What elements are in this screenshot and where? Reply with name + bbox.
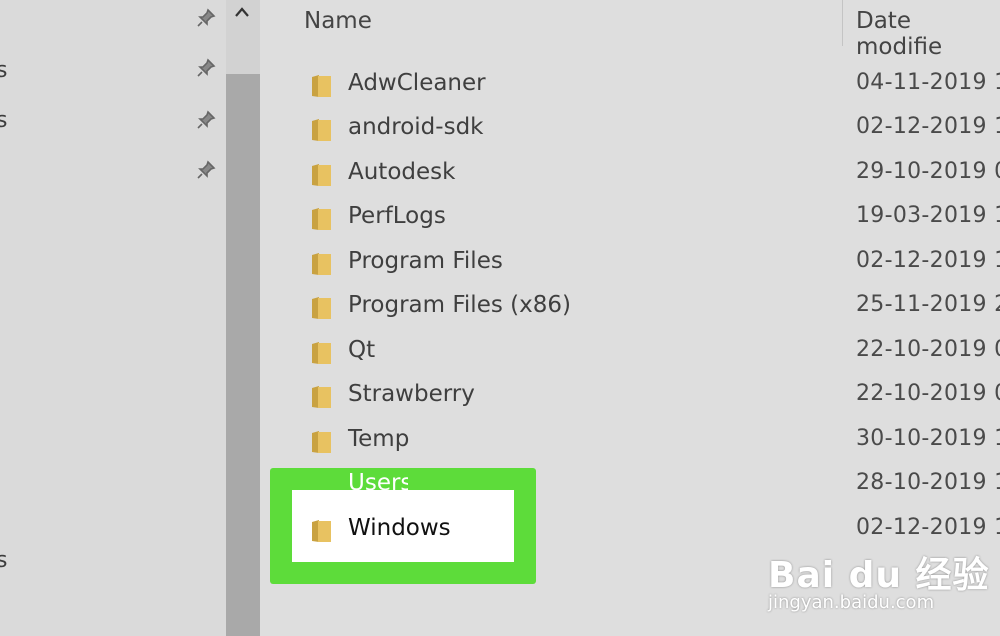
file-name: Program Files (x86) (348, 292, 571, 318)
file-date: 22-10-2019 0 (856, 381, 1000, 406)
column-header-date[interactable]: Date modifie (856, 8, 1000, 60)
folder-icon (312, 208, 331, 230)
pin-icon[interactable] (196, 8, 216, 28)
folder-icon (312, 75, 331, 97)
file-date: 29-10-2019 0 (856, 159, 1000, 184)
file-name: PerfLogs (348, 203, 446, 229)
column-divider[interactable] (842, 0, 843, 46)
file-row[interactable]: Program Files (x86) 25-11-2019 2 (300, 286, 1000, 330)
file-row[interactable]: Qt 22-10-2019 0 (300, 331, 1000, 375)
folder-icon (312, 431, 331, 453)
file-name: Program Files (348, 248, 503, 274)
folder-icon (312, 342, 331, 364)
file-name: Temp (348, 426, 410, 452)
file-name: AdwCleaner (348, 70, 486, 96)
navigation-pane: s s s (0, 0, 226, 636)
nav-scrollbar[interactable] (226, 0, 260, 636)
nav-item-label[interactable]: s (0, 58, 7, 83)
file-name: Autodesk (348, 159, 456, 185)
watermark-url: jingyan.baidu.com (768, 592, 935, 613)
scrollbar-thumb[interactable] (226, 74, 260, 636)
folder-icon (312, 253, 331, 275)
pin-icon[interactable] (196, 58, 216, 78)
file-date: 04-11-2019 1 (856, 70, 1000, 95)
file-row[interactable]: Program Files 02-12-2019 1 (300, 242, 1000, 286)
pin-icon[interactable] (196, 160, 216, 180)
folder-icon (312, 297, 331, 319)
file-row[interactable]: AdwCleaner 04-11-2019 1 (300, 64, 1000, 108)
folder-icon (312, 164, 331, 186)
folder-icon (312, 119, 331, 141)
pin-icon[interactable] (196, 110, 216, 130)
file-row[interactable]: PerfLogs 19-03-2019 1 (300, 197, 1000, 241)
file-date: 02-12-2019 1 (856, 114, 1000, 139)
file-name-users-partial: Users (348, 470, 408, 492)
file-date: 22-10-2019 0 (856, 337, 1000, 362)
file-name: Qt (348, 337, 376, 363)
watermark-logo: Bai du 经验 (768, 555, 990, 596)
file-name: Windows (348, 515, 451, 541)
nav-item-label[interactable]: s (0, 548, 7, 573)
file-date: 25-11-2019 2 (856, 292, 1000, 317)
watermark: Bai du 经验 jingyan.baidu.com (768, 528, 1000, 636)
column-header-name[interactable]: Name (304, 8, 372, 34)
file-row[interactable]: Strawberry 22-10-2019 0 (300, 375, 1000, 419)
file-name: Strawberry (348, 381, 475, 407)
file-date: 28-10-2019 1 (856, 470, 1000, 495)
folder-icon (312, 386, 331, 408)
file-date: 30-10-2019 1 (856, 426, 1000, 451)
file-row[interactable]: android-sdk 02-12-2019 1 (300, 108, 1000, 152)
file-date: 02-12-2019 1 (856, 248, 1000, 273)
scroll-up-icon[interactable] (234, 6, 250, 18)
file-date: 19-03-2019 1 (856, 203, 1000, 228)
nav-item-label[interactable]: s (0, 108, 7, 133)
file-row[interactable]: Temp 30-10-2019 1 (300, 420, 1000, 464)
file-name: android-sdk (348, 114, 484, 140)
folder-icon (312, 520, 331, 542)
file-row[interactable]: Autodesk 29-10-2019 0 (300, 153, 1000, 197)
